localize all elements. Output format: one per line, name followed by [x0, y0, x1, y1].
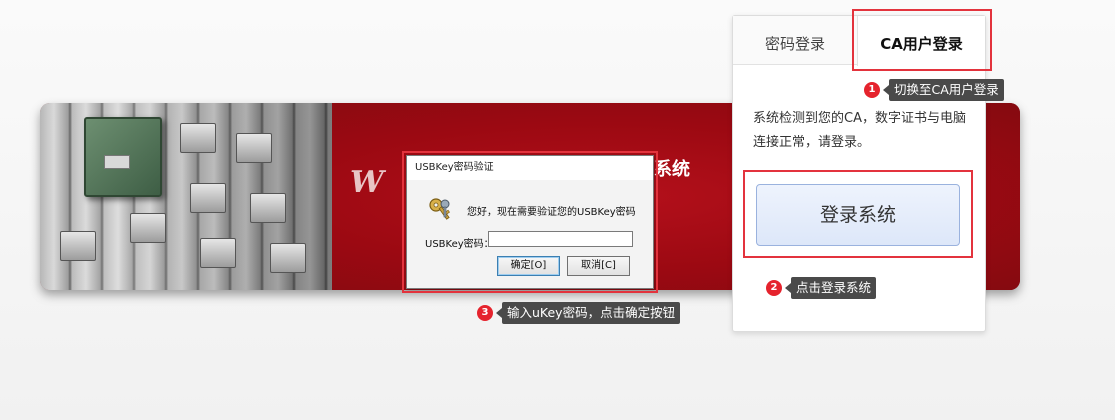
tab-ca-login[interactable]: CA用户登录 [857, 16, 985, 66]
key-icon [429, 198, 450, 220]
cancel-button[interactable]: 取消[C] [567, 256, 630, 276]
step-label: 点击登录系统 [784, 277, 877, 299]
login-system-button[interactable]: 登录系统 [756, 184, 960, 246]
banner-photo [40, 103, 332, 290]
banner-welcome-text: W [350, 165, 385, 200]
photo-box [190, 183, 226, 213]
ok-button[interactable]: 确定[O] [497, 256, 560, 276]
tab-password-login[interactable]: 密码登录 [733, 16, 857, 65]
photo-box [130, 213, 166, 243]
photo-box [200, 238, 236, 268]
usbkey-password-input[interactable] [488, 231, 633, 247]
photo-box [270, 243, 306, 273]
ca-status-message: 系统检测到您的CA，数字证书与电脑连接正常，请登录。 [753, 111, 966, 150]
photo-box [60, 231, 96, 261]
photo-box [180, 123, 216, 153]
login-tab-bar: 密码登录 CA用户登录 [733, 16, 985, 66]
step-label: 输入uKey密码，点击确定按钮 [495, 302, 681, 324]
photo-box [236, 133, 272, 163]
banner-system-title: 系统 [654, 159, 690, 180]
step-badge: 2 [766, 280, 782, 296]
step-callout-3: 3 输入uKey密码，点击确定按钮 [477, 302, 681, 324]
usbkey-password-dialog: USBKey密码验证 您好，现在需要验证您的USBKey密码 USBKey密码：… [406, 155, 654, 289]
step-badge: 1 [864, 82, 880, 98]
photo-drawer [84, 117, 162, 197]
dialog-prompt: 您好，现在需要验证您的USBKey密码 [467, 207, 636, 218]
step-callout-2: 2 点击登录系统 [766, 277, 877, 299]
step-badge: 3 [477, 305, 493, 321]
step-label: 切换至CA用户登录 [883, 79, 1004, 101]
step-callout-1: 1 切换至CA用户登录 [864, 79, 1004, 101]
dialog-title: USBKey密码验证 [407, 156, 653, 180]
password-label: USBKey密码： [425, 239, 494, 250]
photo-box [250, 193, 286, 223]
